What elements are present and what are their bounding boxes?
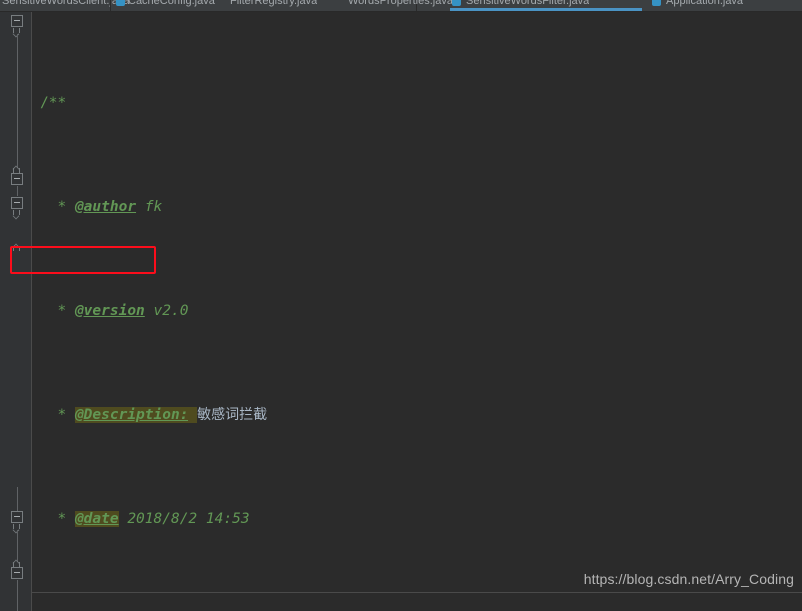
- watermark-divider: [32, 592, 802, 593]
- fold-box-init-method-end[interactable]: [11, 567, 23, 579]
- fold-rail: [17, 34, 18, 168]
- javadoc-value-description: 敏感词拦截: [197, 407, 268, 423]
- fold-rail: [17, 186, 18, 196]
- editor-tab-1[interactable]: CacheConfig.java: [128, 0, 215, 11]
- file-icon: [652, 0, 661, 6]
- fold-box-class[interactable]: [11, 197, 23, 209]
- javadoc-value-version: v2.0: [153, 303, 189, 319]
- code-line-5[interactable]: * @date 2018/8/2 14:53: [32, 506, 802, 532]
- javadoc-value-author: fk: [144, 199, 163, 215]
- ide-window: SensitiveWordsClient.java CacheConfig.ja…: [0, 0, 802, 611]
- chevron-down-icon: [13, 210, 20, 215]
- fold-rail: [17, 487, 18, 511]
- editor-tab-5[interactable]: Application.java: [666, 0, 743, 11]
- fold-box-javadoc-end[interactable]: [11, 173, 23, 185]
- javadoc-value-date: 2018/8/2 14:53: [127, 511, 250, 527]
- code-line-4[interactable]: * @Description: 敏感词拦截: [32, 402, 802, 428]
- javadoc-tag-date: @date: [74, 511, 119, 527]
- chevron-up-icon: [13, 246, 20, 251]
- file-icon: [452, 0, 461, 6]
- code-line-3[interactable]: * @version v2.0: [32, 298, 802, 324]
- fold-rail: [17, 530, 18, 562]
- chevron-down-icon: [13, 524, 20, 529]
- code-editor[interactable]: /** * @author fk * @version v2.0 * @Desc…: [0, 12, 802, 611]
- javadoc-open: /**: [40, 95, 67, 111]
- javadoc-tag-description: @Description:: [74, 407, 189, 423]
- javadoc-star: *: [57, 511, 67, 527]
- editor-tab-2[interactable]: FilterRegistry.java: [230, 0, 317, 11]
- javadoc-tag-author: @author: [74, 199, 137, 215]
- code-content[interactable]: /** * @author fk * @version v2.0 * @Desc…: [32, 12, 802, 611]
- code-line-1[interactable]: /**: [32, 90, 802, 116]
- tab-separator: [110, 0, 111, 11]
- active-tab-indicator: [450, 8, 642, 11]
- watermark-url: https://blog.csdn.net/Arry_Coding: [583, 571, 794, 587]
- fold-box-javadoc[interactable]: [11, 15, 23, 27]
- javadoc-star: *: [57, 303, 67, 319]
- fold-box-init-method[interactable]: [11, 511, 23, 523]
- file-icon: [116, 0, 125, 6]
- chevron-down-icon: [13, 28, 20, 33]
- fold-rail: [17, 580, 18, 611]
- javadoc-tag-version: @version: [74, 303, 145, 319]
- editor-tab-3[interactable]: WordsProperties.java: [348, 0, 453, 11]
- javadoc-star: *: [57, 407, 67, 423]
- editor-tab-strip[interactable]: SensitiveWordsClient.java CacheConfig.ja…: [0, 0, 802, 12]
- code-line-2[interactable]: * @author fk: [32, 194, 802, 220]
- javadoc-star: *: [57, 199, 67, 215]
- editor-gutter[interactable]: [0, 12, 31, 611]
